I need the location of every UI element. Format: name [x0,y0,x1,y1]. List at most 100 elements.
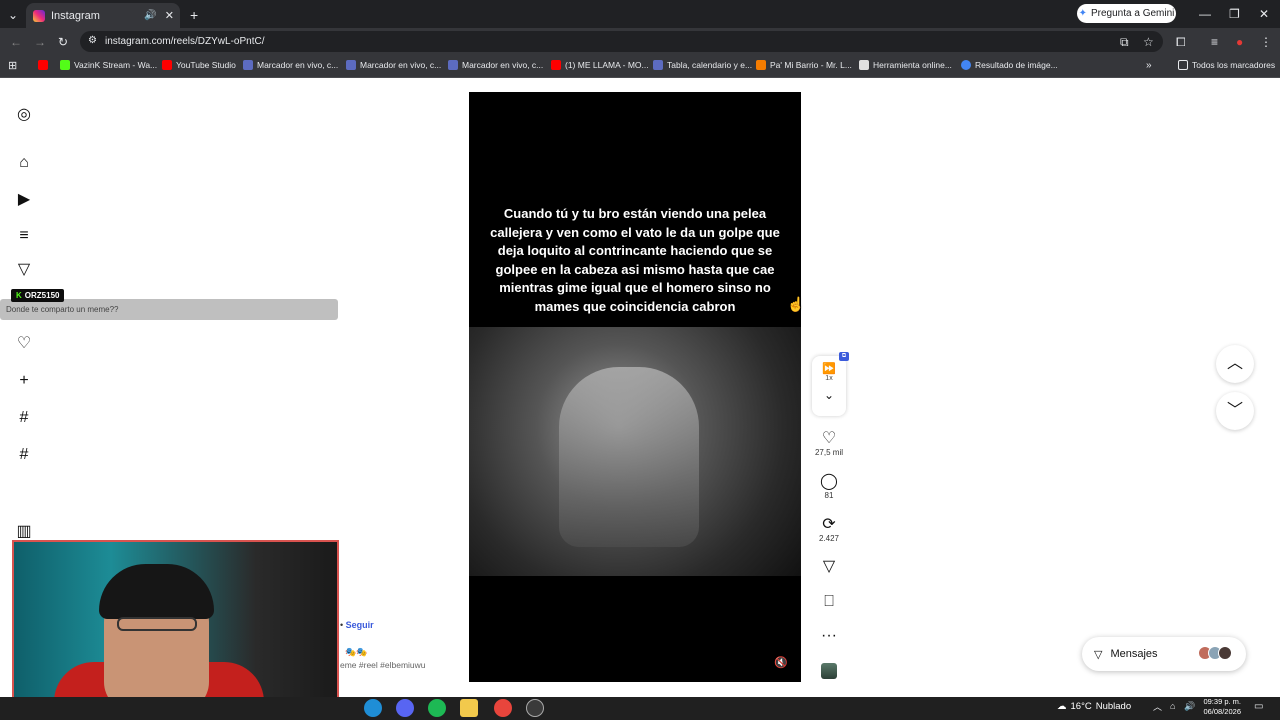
feed-icon[interactable]: ≡ [15,227,33,245]
username-text: ORZ5150 [24,291,60,300]
discord-icon[interactable] [396,699,414,717]
mute-icon[interactable]: 🔇 [774,656,788,669]
back-icon[interactable]: ← [10,36,22,48]
close-tab-icon[interactable]: ✕ [165,9,174,22]
weather-label: Nublado [1095,701,1132,712]
bookmark-6[interactable]: (1) ME LLAMA - MO... [551,60,649,70]
reels-icon[interactable]: ▶ [15,191,33,209]
volume-icon[interactable]: 🔊 [1184,702,1195,711]
avatar [1218,645,1232,660]
hashtag-icon[interactable]: # [15,409,33,427]
bookmark-label: Marcador en vivo, c... [257,60,339,70]
cloud-icon: ☁ [1057,701,1067,712]
reel-hashtags: eme #reel #elbemiuwu [340,660,426,670]
network-icon[interactable]: ⌂ [1170,702,1175,711]
bookmark-star-icon[interactable]: ☆ [1143,36,1154,48]
share-button[interactable]: ▽ [813,558,845,576]
extensions-icon[interactable]: ⧠ [1176,36,1186,48]
tab-instagram[interactable]: Instagram 🔊 ✕ [26,3,180,28]
bookmark-label: VazinK Stream - Wa... [74,60,158,70]
notification-center-icon[interactable]: ▭ [1254,702,1263,712]
webcam-hair [99,564,214,619]
bookmark-1[interactable]: VazinK Stream - Wa... [60,60,157,70]
notifications-heart-icon[interactable]: ♡ [15,335,33,353]
like-count: 27,5 mil [814,448,843,457]
new-tab-icon[interactable]: + [190,8,198,22]
reel-caption: Cuando tú y tu bro están viendo una pele… [490,206,780,314]
messages-icon[interactable]: ▽ [15,261,33,279]
repost-button[interactable]: ⟳ 2.427 [813,516,845,543]
minimize-icon[interactable]: — [1199,8,1211,20]
webcam-glasses [117,617,197,631]
tray-chevron-icon[interactable]: ︿ [1153,703,1162,712]
share-icon: ▽ [822,558,836,575]
hashtag-icon[interactable]: # [15,446,33,464]
weather-widget[interactable]: ☁ 16°C Nublado [1057,701,1131,712]
more-options-button[interactable]: ··· [813,627,845,645]
bookmark-label: Pa' Mi Barrio - Mr. L... [770,60,852,70]
audio-thumbnail [821,663,837,679]
create-icon[interactable]: + [15,372,33,390]
heart-icon: ♡ [821,430,837,447]
stats-icon[interactable]: ▥ [15,523,33,541]
bookmark-5[interactable]: Marcador en vivo, c... [448,60,543,70]
bookmark-youtube-icon[interactable] [38,60,48,70]
notification-text: Donde te comparto un meme?? [6,305,119,314]
home-icon[interactable]: ⌂ [15,154,33,172]
file-explorer-icon[interactable] [460,699,478,717]
bookmark-4[interactable]: Marcador en vivo, c... [346,60,441,70]
bookmark-2[interactable]: YouTube Studio [162,60,236,70]
chrome-icon[interactable] [494,699,512,717]
media-controls-icon[interactable]: ≡ [1211,36,1218,48]
stream-username: K ORZ5150 [11,289,65,302]
kick-icon: K [16,291,22,300]
close-window-icon[interactable]: ✕ [1259,8,1269,20]
temperature: 16°C [1070,701,1092,712]
bookmark-10[interactable]: Resultado de imáge... [961,60,1058,70]
bookmark-8[interactable]: Pa' Mi Barrio - Mr. L... [756,60,852,70]
bookmark-3[interactable]: Marcador en vivo, c... [243,60,338,70]
reel-video[interactable]: Cuando tú y tu bro están viendo una pele… [469,92,801,682]
more-icon: ··· [821,627,837,644]
speaker-icon[interactable]: 🔊 [144,10,156,21]
site-info-icon[interactable]: ⚙ [88,35,97,46]
tab-search-icon[interactable]: ⌄ [8,9,18,21]
comment-count: 81 [824,491,834,500]
install-app-icon[interactable]: ⧉ [1120,36,1129,48]
bookmark-icon: ⎕ [824,593,834,610]
chevron-down-icon[interactable]: ⌄ [812,388,846,402]
next-reel-button[interactable]: ﹀ [1216,392,1254,430]
maximize-icon[interactable]: ❐ [1229,8,1240,20]
instagram-logo-icon[interactable]: ◎ [15,106,33,124]
speed-extension-badge-icon: ⧉ [839,352,849,361]
menu-icon[interactable]: ⋮ [1260,36,1272,48]
audio-button[interactable] [813,663,845,679]
obs-icon[interactable] [526,699,544,717]
bookmark-label: Herramienta online... [873,60,952,70]
gemini-button[interactable]: ✦ Pregunta a Gemini [1077,4,1176,23]
profile-icon[interactable]: ● [1236,36,1243,48]
more-bookmarks-icon[interactable]: » [1146,61,1152,71]
bookmark-9[interactable]: Herramienta online... [859,60,952,70]
all-bookmarks[interactable]: Todos los marcadores [1178,60,1275,70]
follow-button[interactable]: Seguir [346,620,374,630]
apps-grid-icon[interactable]: ⊞ [8,61,17,72]
url-bar[interactable]: ⚙ instagram.com/reels/DZYwL-oPntC/ [80,31,1163,52]
send-icon: ▽ [1094,648,1103,661]
comment-button[interactable]: ◯ 81 [813,473,845,500]
speed-control[interactable]: ⏩ 1x ⌄ [812,356,846,416]
save-button[interactable]: ⎕ [813,593,845,611]
edge-icon[interactable] [364,699,382,717]
messages-button[interactable]: ▽ Mensajes [1082,637,1246,671]
stream-notification: Donde te comparto un meme?? [0,299,338,320]
forward-icon[interactable]: → [34,36,46,48]
like-button[interactable]: ♡ 27,5 mil [813,430,845,457]
tab-bar: ⌄ Instagram 🔊 ✕ + ✦ Pregunta a Gemini — … [0,0,1280,28]
tab-title: Instagram [51,9,100,22]
clock[interactable]: 09:39 p. m. 06/08/2026 [1197,697,1241,717]
messages-label: Mensajes [1110,648,1158,660]
previous-reel-button[interactable]: ︿ [1216,345,1254,383]
reload-icon[interactable]: ↻ [58,36,68,48]
spotify-icon[interactable] [428,699,446,717]
bookmark-7[interactable]: Tabla, calendario y e... [653,60,752,70]
